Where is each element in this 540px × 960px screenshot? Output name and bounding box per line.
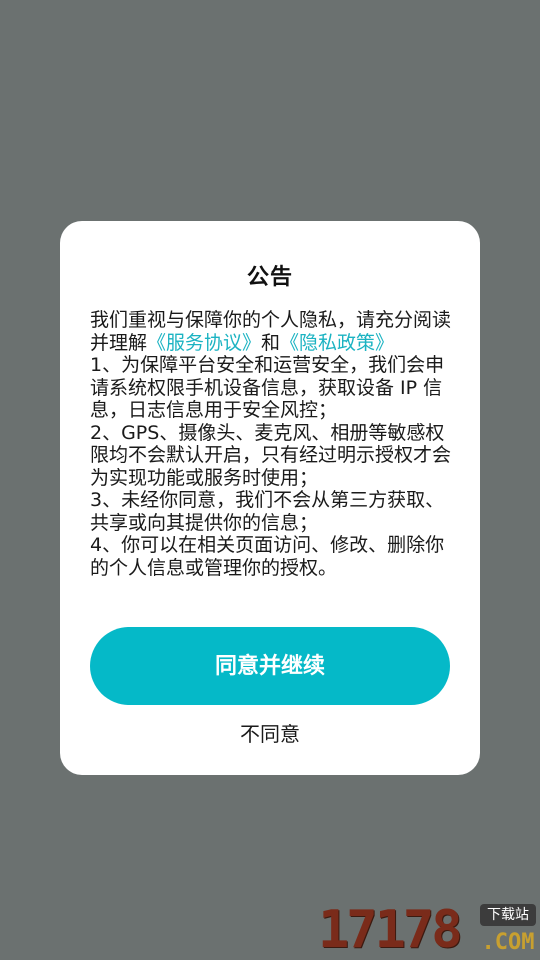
watermark-badge: 下载站 <box>480 904 536 926</box>
intro-paragraph: 我们重视与保障你的个人隐私，请充分阅读并理解《服务协议》和《隐私政策》 <box>90 309 454 354</box>
dialog-title: 公告 <box>246 265 293 290</box>
watermark-number: 17178 <box>318 900 463 960</box>
site-watermark-logo: 17178 下载站 .COM <box>316 900 540 960</box>
watermark-domain: .COM <box>481 930 535 955</box>
intro-and-text: 和 <box>261 331 281 354</box>
privacy-policy-link[interactable]: 《隐私政策》 <box>280 332 394 354</box>
notice-item-1: 1、为保障平台安全和运营安全，我们会申请系统权限手机设备信息，获取设备 IP 信… <box>90 354 445 421</box>
agree-continue-button[interactable]: 同意并继续 <box>90 627 450 705</box>
disagree-button[interactable]: 不同意 <box>170 717 370 753</box>
dialog-body: 我们重视与保障你的个人隐私，请充分阅读并理解《服务协议》和《隐私政策》 1、为保… <box>90 309 454 579</box>
privacy-notice-dialog: 公告 我们重视与保障你的个人隐私，请充分阅读并理解《服务协议》和《隐私政策》 1… <box>60 221 480 775</box>
notice-item-2: 2、GPS、摄像头、麦克风、相册等敏感权限均不会默认开启，只有经过明示授权才会为… <box>90 421 452 489</box>
notice-item-4: 4、你可以在相关页面访问、修改、删除你的个人信息或管理你的授权。 <box>90 534 445 579</box>
notice-item-3: 3、未经你同意，我们不会从第三方获取、共享或向其提供你的信息； <box>90 489 445 534</box>
service-agreement-link[interactable]: 《服务协议》 <box>147 332 261 354</box>
